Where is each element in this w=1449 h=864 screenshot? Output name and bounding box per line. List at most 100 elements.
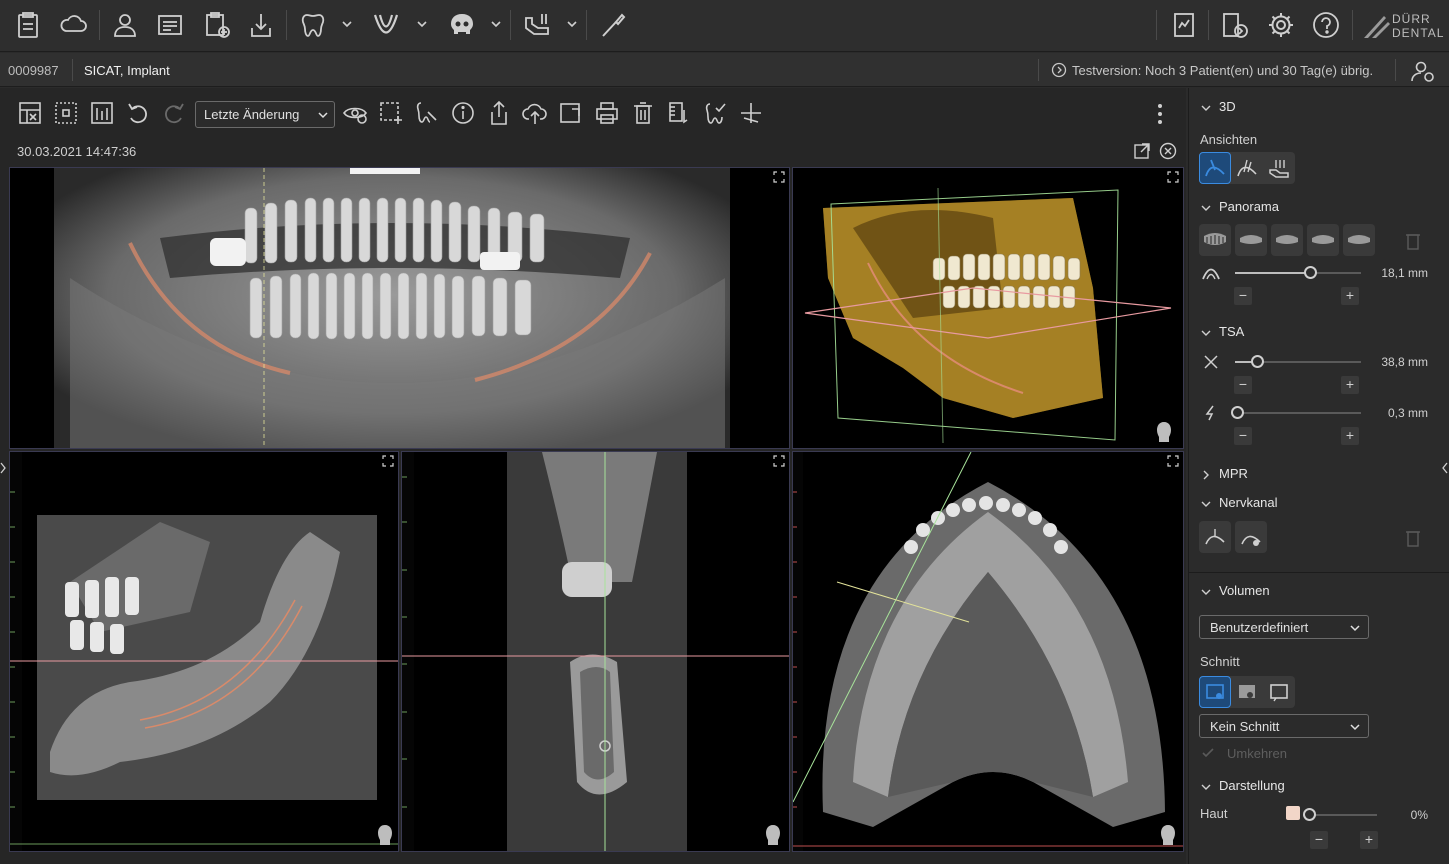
maximize-icon[interactable] [773,455,785,467]
print-icon[interactable] [594,100,620,126]
panorama-thickness-decrease-button[interactable]: − [1234,287,1252,305]
tsa-distance-decrease-button[interactable]: − [1234,376,1252,394]
section-tsa-header[interactable]: TSA [1201,324,1244,339]
visibility-icon[interactable] [342,100,368,126]
haut-color-swatch[interactable] [1286,806,1300,820]
scalpel-icon[interactable] [596,8,630,42]
schnitt-select-value: Kein Schnitt [1210,719,1280,734]
implant-jaw-icon[interactable] [520,8,554,42]
select-region-icon[interactable] [378,100,404,126]
panorama-thickness-slider-fill [1235,272,1311,274]
axial-view[interactable] [792,451,1184,852]
tsa-thickness-decrease-button[interactable]: − [1234,427,1252,445]
export-file-icon[interactable] [558,100,584,126]
chevron-down-icon[interactable] [416,18,428,30]
volumen-preset-select[interactable]: Benutzerdefiniert [1199,615,1369,639]
view-3d-tooth-button[interactable] [1231,152,1263,184]
tooth-check-icon[interactable] [702,100,728,126]
patient-icon[interactable] [108,8,142,42]
section-panorama-title: Panorama [1219,199,1279,214]
detach-window-icon[interactable] [1133,142,1151,160]
panorama-preset-2-button[interactable] [1235,224,1267,256]
more-options-icon[interactable] [1156,102,1164,126]
section-3d-header[interactable]: 3D [1201,99,1236,114]
section-darstellung-header[interactable]: Darstellung [1201,778,1285,793]
maximize-icon[interactable] [1167,455,1179,467]
view-3d-panorama-button[interactable] [1199,152,1231,184]
section-nervkanal-header[interactable]: Nervkanal [1201,495,1278,510]
panorama-thickness-slider-knob[interactable] [1304,266,1317,279]
tsa-thickness-slider-knob[interactable] [1231,406,1244,419]
info-icon[interactable] [450,100,476,126]
section-volumen-header[interactable]: Volumen [1201,583,1270,598]
chevron-down-icon[interactable] [490,18,502,30]
gear-icon[interactable] [1264,8,1298,42]
report-icon[interactable] [1167,8,1201,42]
ruler-tooth-icon[interactable] [666,100,692,126]
collapse-right-icon[interactable] [1442,462,1448,474]
history-select[interactable]: Letzte Änderung [195,101,335,128]
redo-icon[interactable] [161,100,187,126]
panorama-preset-3-button[interactable] [1271,224,1303,256]
cloud-icon[interactable] [56,8,90,42]
undo-icon[interactable] [125,100,151,126]
tangential-view[interactable] [9,451,399,852]
panorama-thickness-increase-button[interactable]: + [1341,287,1359,305]
schnitt-mode-3-button[interactable] [1263,676,1295,708]
haut-decrease-button[interactable]: − [1310,831,1328,849]
tooth-select-icon[interactable] [414,100,440,126]
patient-name[interactable]: SICAT, Implant [84,63,170,78]
schnitt-mode-2-button[interactable] [1231,676,1263,708]
import-icon[interactable] [244,8,278,42]
schnitt-mode-1-button[interactable] [1199,676,1231,708]
skull-icon[interactable] [445,8,479,42]
collapse-left-icon[interactable] [0,462,6,474]
maximize-icon[interactable] [1167,171,1179,183]
schnitt-select[interactable]: Kein Schnitt [1199,714,1369,738]
panorama-preset-5-button[interactable] [1343,224,1375,256]
maximize-icon[interactable] [382,455,394,467]
chevron-down-icon[interactable] [566,18,578,30]
haut-increase-button[interactable]: + [1360,831,1378,849]
layout-focus-icon[interactable] [53,100,79,126]
panorama-view[interactable] [9,167,790,449]
section-panorama-header[interactable]: Panorama [1201,199,1279,214]
tsa-distance-slider-knob[interactable] [1251,355,1264,368]
trash-icon[interactable] [630,100,656,126]
volume-3d-view[interactable] [792,167,1184,449]
cloud-upload-icon[interactable] [522,100,548,126]
dental-arch-icon [1348,235,1370,244]
crosshair-icon[interactable] [738,100,764,126]
tooth-icon[interactable] [296,8,330,42]
export-order-icon[interactable] [1218,8,1252,42]
duerr-dental-logo: DÜRR DENTAL [1362,10,1443,42]
clipboard-icon[interactable] [11,8,45,42]
view-3d-jaw-button[interactable] [1263,152,1295,184]
tsa-thickness-increase-button[interactable]: + [1341,427,1359,445]
user-settings-icon[interactable] [1410,59,1436,83]
section-mpr-title: MPR [1219,466,1248,481]
share-icon[interactable] [486,100,512,126]
chevron-down-icon[interactable] [341,18,353,30]
orientation-head-icon [378,825,392,845]
layout-grid-icon[interactable] [17,100,43,126]
section-mpr-header[interactable]: MPR [1201,466,1248,481]
layout-bars-icon[interactable] [89,100,115,126]
nerve-add-button[interactable] [1199,521,1231,553]
nerve-edit-button[interactable] [1235,521,1267,553]
trash-icon[interactable] [1404,528,1422,548]
cross-section-view[interactable] [401,451,790,852]
clipboard-add-icon[interactable] [200,8,234,42]
patient-card-icon[interactable] [153,8,187,42]
arch-curve-icon[interactable] [369,8,403,42]
tsa-distance-increase-button[interactable]: + [1341,376,1359,394]
haut-slider-knob[interactable] [1303,808,1316,821]
volumen-preset-value: Benutzerdefiniert [1210,620,1309,635]
ansichten-label: Ansichten [1200,132,1258,147]
help-icon[interactable] [1309,8,1343,42]
panorama-preset-4-button[interactable] [1307,224,1339,256]
panorama-preset-1-button[interactable] [1199,224,1231,256]
maximize-icon[interactable] [773,171,785,183]
close-icon[interactable] [1159,142,1177,160]
trash-icon[interactable] [1404,231,1422,251]
